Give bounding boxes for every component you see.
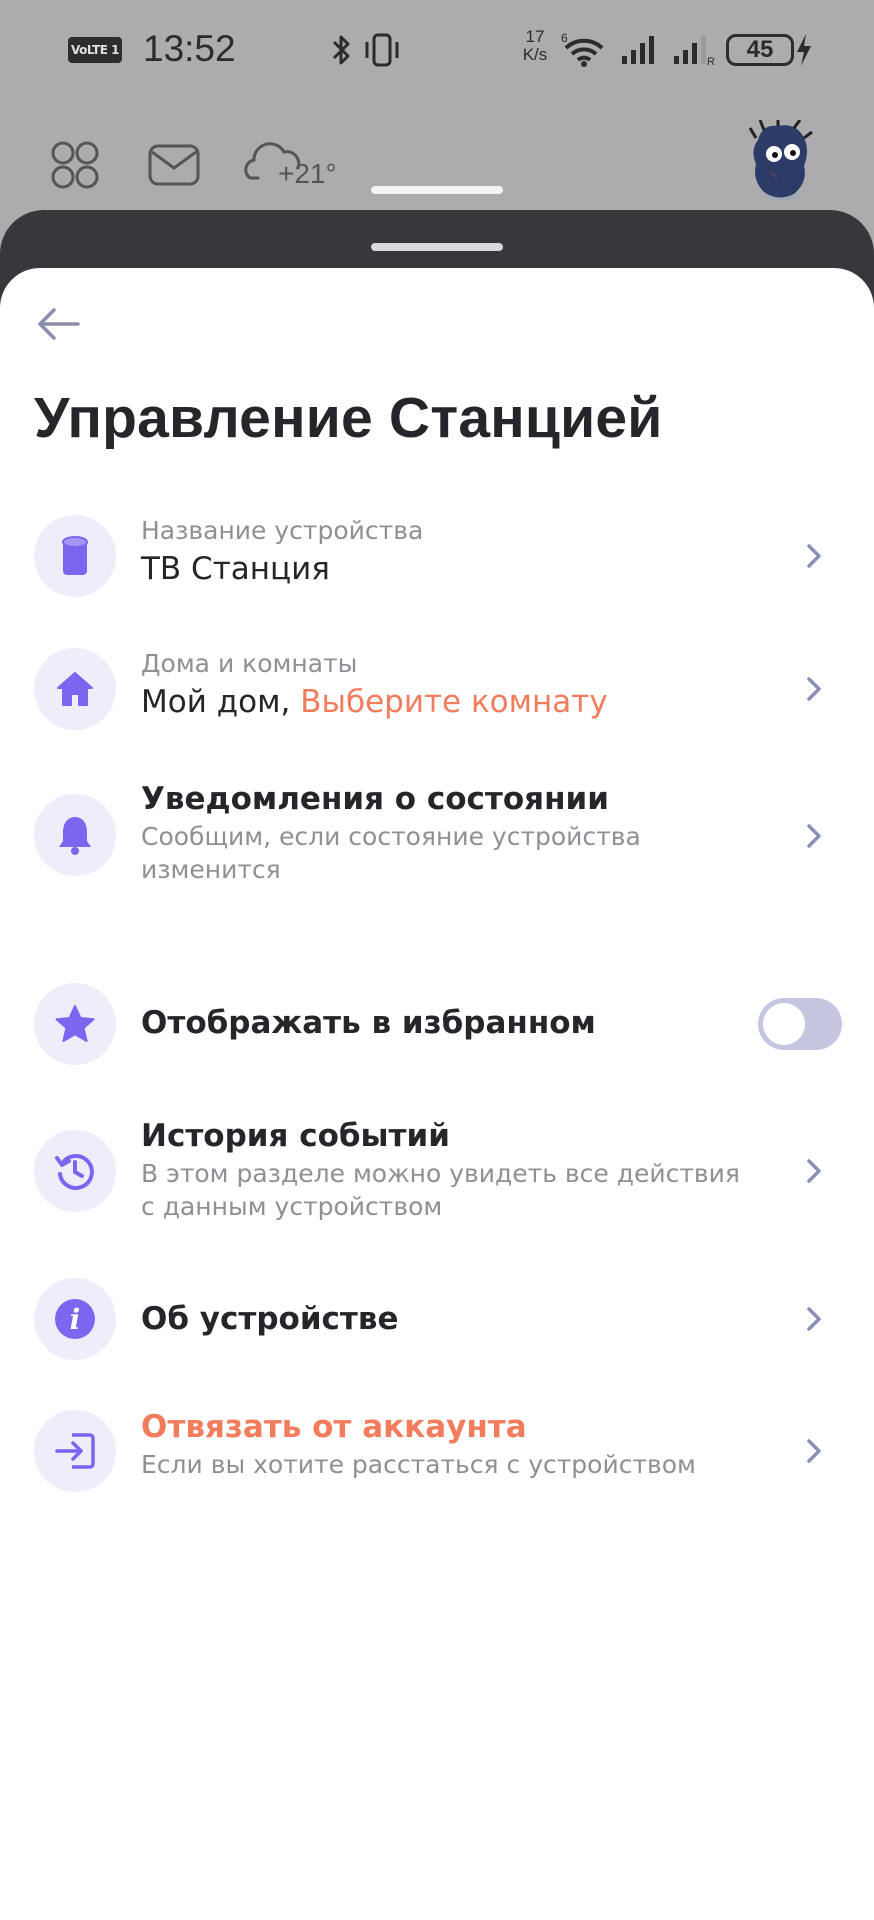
sheet-drag-handle[interactable]	[371, 243, 503, 251]
notifications-subtitle-line2: изменится	[141, 855, 281, 884]
chevron-right-icon	[807, 544, 821, 568]
state-notifications-row[interactable]: Уведомления о состоянии Сообщим, если со…	[0, 772, 874, 912]
home-icon-circle	[34, 648, 116, 730]
star-icon	[55, 1005, 95, 1042]
unlink-account-row[interactable]: Отвязать от аккаунта Если вы хотите расс…	[0, 1409, 874, 1520]
launcher-row: +21°	[0, 120, 874, 210]
unlink-text: Отвязать от аккаунта Если вы хотите расс…	[141, 1406, 741, 1481]
chevron-right-icon	[807, 677, 821, 701]
home-icon	[57, 672, 93, 706]
volte-indicator: VoLTE 1	[68, 37, 122, 63]
chevron-right-icon	[807, 824, 821, 848]
info-icon: i	[55, 1299, 95, 1339]
show-in-favorites-row[interactable]: Отображать в избранном	[0, 982, 874, 1082]
bell-icon	[59, 817, 91, 855]
history-icon-circle	[34, 1130, 116, 1212]
wifi-icon: 6	[561, 31, 604, 67]
info-icon-circle: i	[34, 1278, 116, 1360]
favorites-text: Отображать в избранном	[141, 1002, 741, 1044]
back-arrow-icon[interactable]	[34, 304, 82, 344]
svg-text:6: 6	[561, 31, 568, 45]
mail-icon[interactable]	[148, 144, 200, 186]
history-text: История событий В этом разделе можно уви…	[141, 1115, 741, 1223]
background-sheet-handle	[371, 186, 503, 194]
bell-icon-circle	[34, 794, 116, 876]
history-subtitle-line1: В этом разделе можно увидеть все действи…	[141, 1159, 740, 1188]
toggle-knob	[763, 1003, 805, 1045]
signal-roaming-icon: R	[674, 36, 715, 66]
unlink-subtitle: Если вы хотите расстаться с устройством	[141, 1450, 696, 1479]
speaker-station-icon	[62, 536, 88, 575]
home-room-row[interactable]: Дома и комнаты Мой дом, Выберите комнату	[0, 643, 874, 763]
notifications-title: Уведомления о состоянии	[141, 781, 609, 817]
home-room-text: Дома и комнаты Мой дом, Выберите комнату	[141, 647, 741, 723]
unlink-title: Отвязать от аккаунта	[141, 1409, 527, 1445]
signal-icon	[622, 36, 654, 64]
home-name: Мой дом,	[141, 684, 291, 720]
status-bar: VoLTE 1 13:52 17 K/s 6 R 45	[0, 0, 874, 100]
history-title: История событий	[141, 1118, 450, 1154]
page-title: Управление Станцией	[34, 386, 663, 450]
avatar[interactable]	[748, 120, 814, 204]
notifications-text: Уведомления о состоянии Сообщим, если со…	[141, 778, 741, 886]
notifications-subtitle-line1: Сообщим, если состояние устройства	[141, 822, 641, 851]
home-room-caption: Дома и комнаты	[141, 649, 358, 678]
device-name-value: ТВ Станция	[141, 551, 330, 587]
vibrate-icon	[365, 33, 399, 67]
apps-grid-icon[interactable]	[50, 140, 100, 190]
unlink-icon-circle	[34, 1410, 116, 1492]
device-name-text: Название устройства ТВ Станция	[141, 514, 741, 590]
star-icon-circle	[34, 983, 116, 1065]
chevron-right-icon	[807, 1307, 821, 1331]
about-title: Об устройстве	[141, 1301, 399, 1337]
chevron-right-icon	[807, 1439, 821, 1463]
favorites-title: Отображать в избранном	[141, 1005, 596, 1041]
device-name-caption: Название устройства	[141, 516, 424, 545]
about-device-row[interactable]: i Об устройстве	[0, 1278, 874, 1378]
device-icon-circle	[34, 515, 116, 597]
device-name-row[interactable]: Название устройства ТВ Станция	[0, 510, 874, 630]
choose-room-link[interactable]: Выберите комнату	[300, 684, 608, 720]
network-speed: 17 K/s	[522, 27, 548, 64]
charging-icon	[797, 34, 811, 66]
history-clock-icon	[55, 1153, 94, 1190]
history-subtitle-line2: с данным устройством	[141, 1192, 443, 1221]
sign-out-icon	[55, 1433, 95, 1469]
svg-text:i: i	[70, 1303, 81, 1336]
favorites-toggle[interactable]	[758, 998, 842, 1050]
event-history-row[interactable]: История событий В этом разделе можно уви…	[0, 1107, 874, 1247]
status-time: 13:52	[143, 28, 236, 69]
weather-temperature: +21°	[278, 158, 337, 189]
svg-text:R: R	[707, 56, 715, 66]
home-room-value: Мой дом, Выберите комнату	[141, 681, 741, 723]
battery-indicator: 45	[726, 34, 794, 66]
about-text: Об устройстве	[141, 1298, 741, 1340]
bluetooth-icon	[332, 35, 350, 65]
chevron-right-icon	[807, 1159, 821, 1183]
